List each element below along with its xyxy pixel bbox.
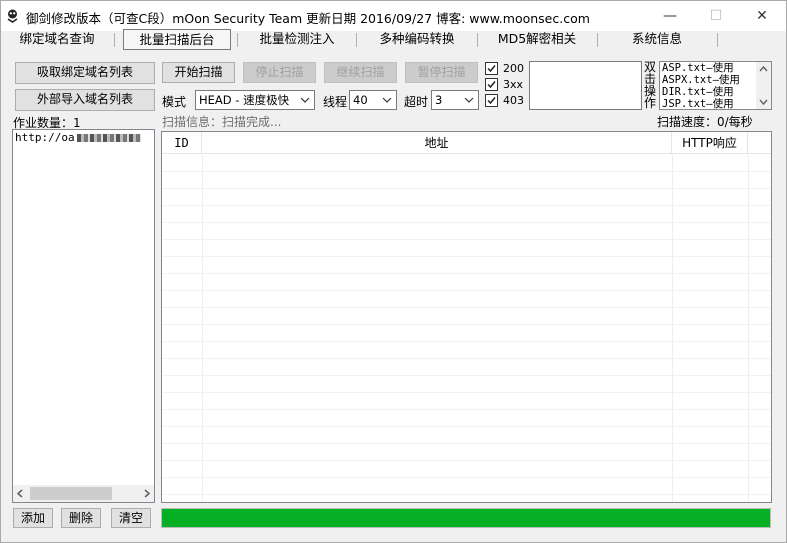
tab-bar: 绑定域名查询 批量扫描后台 批量检测注入 多种编码转换 MD5解密相关 系统信息 (1, 29, 786, 50)
minimize-icon: — (663, 8, 677, 24)
fetch-domain-list-button[interactable]: 吸取绑定域名列表 (15, 62, 155, 84)
maximize-icon: ☐ (709, 8, 723, 24)
scan-speed-status: 扫描速度：0/每秒 (657, 115, 753, 129)
minimize-button[interactable]: — (647, 1, 693, 31)
status-403-label: 403 (503, 94, 524, 107)
tab-batch-injection[interactable]: 批量检测注入 (241, 29, 353, 50)
tab-divider (597, 33, 598, 47)
results-table-header: ID 地址 HTTP响应 (162, 132, 771, 154)
tab-divider (114, 33, 115, 47)
checkbox-200[interactable] (485, 62, 498, 75)
mode-select-value: HEAD - 速度极快 (199, 93, 290, 107)
horizontal-scrollbar[interactable] (13, 485, 154, 502)
chevron-down-icon (464, 97, 474, 103)
timeout-select[interactable]: 3 (431, 90, 479, 110)
resume-scan-button[interactable]: 继续扫描 (324, 62, 397, 83)
clear-button[interactable]: 清空 (111, 508, 151, 528)
column-divider (202, 155, 203, 502)
threads-select[interactable]: 40 (349, 90, 397, 110)
column-divider (672, 155, 673, 502)
maximize-button[interactable]: ☐ (693, 1, 739, 31)
column-divider (748, 155, 749, 502)
scan-progress-fill (162, 509, 770, 527)
scroll-right-icon[interactable] (143, 489, 151, 498)
results-table-body[interactable] (162, 155, 771, 502)
column-header-http-response[interactable]: HTTP响应 (672, 132, 748, 154)
tab-divider (356, 33, 357, 47)
scan-info-status: 扫描信息：扫描完成... (162, 115, 282, 129)
checkbox-3xx[interactable] (485, 78, 498, 91)
scan-progress-bar (161, 508, 771, 528)
chevron-down-icon (300, 97, 310, 103)
list-item[interactable]: JSP.txt—使用 (662, 98, 740, 110)
import-domain-list-button[interactable]: 外部导入域名列表 (15, 89, 155, 111)
title-bar: 御剑修改版本（可查C段）mOon Security Team 更新日期 2016… (1, 1, 786, 31)
add-button[interactable]: 添加 (13, 508, 53, 528)
list-item[interactable]: ASPX.txt—使用 (662, 74, 740, 86)
close-button[interactable]: ✕ (739, 1, 785, 31)
tab-batch-scan-admin[interactable]: 批量扫描后台 (123, 29, 231, 50)
tab-divider (237, 33, 238, 47)
dictionary-listbox[interactable]: ASP.txt—使用 ASPX.txt—使用 DIR.txt—使用 JSP.tx… (659, 61, 772, 110)
status-200-label: 200 (503, 62, 524, 75)
vertical-scrollbar[interactable] (756, 62, 771, 109)
tab-encoding-convert[interactable]: 多种编码转换 (361, 29, 473, 50)
close-icon: ✕ (756, 8, 768, 24)
delete-button[interactable]: 删除 (61, 508, 101, 528)
custom-text-box[interactable] (529, 61, 642, 110)
scroll-left-icon[interactable] (16, 489, 24, 498)
column-header-address[interactable]: 地址 (202, 132, 672, 154)
column-header-id[interactable]: ID (162, 132, 202, 154)
timeout-select-value: 3 (435, 93, 443, 107)
mode-select[interactable]: HEAD - 速度极快 (195, 90, 315, 110)
chevron-down-icon (382, 97, 392, 103)
checkbox-403[interactable] (485, 94, 498, 107)
tab-md5-decrypt[interactable]: MD5解密相关 (481, 29, 593, 50)
threads-select-value: 40 (353, 93, 368, 107)
scroll-up-icon[interactable] (759, 65, 768, 72)
scrollbar-thumb[interactable] (30, 487, 112, 500)
domain-listbox[interactable]: http://oa... (12, 129, 155, 503)
list-item[interactable]: ASP.txt—使用 (662, 62, 740, 74)
threads-label: 线程 (323, 95, 348, 109)
timeout-label: 超时 (404, 95, 429, 109)
double-click-hint: 双击操作 (644, 60, 657, 110)
window-title: 御剑修改版本（可查C段）mOon Security Team 更新日期 2016… (26, 11, 590, 26)
list-item[interactable]: DIR.txt—使用 (662, 86, 740, 98)
app-logo-icon (7, 9, 18, 23)
checkmark-icon (487, 65, 496, 73)
checkmark-icon (487, 81, 496, 89)
mode-label: 模式 (162, 95, 187, 109)
tab-divider (477, 33, 478, 47)
results-table[interactable]: ID 地址 HTTP响应 (161, 131, 772, 503)
tab-domain-lookup[interactable]: 绑定域名查询 (5, 29, 109, 50)
pause-scan-button[interactable]: 暂停扫描 (405, 62, 478, 83)
list-item[interactable]: http://oa... (15, 131, 152, 145)
stop-scan-button[interactable]: 停止扫描 (243, 62, 316, 83)
scroll-down-icon[interactable] (759, 99, 768, 106)
checkmark-icon (487, 97, 496, 105)
start-scan-button[interactable]: 开始扫描 (162, 62, 235, 83)
tab-divider (717, 33, 718, 47)
redacted-text (77, 134, 141, 142)
tab-system-info[interactable]: 系统信息 (601, 29, 713, 50)
main-window: 御剑修改版本（可查C段）mOon Security Team 更新日期 2016… (0, 0, 787, 543)
status-3xx-label: 3xx (503, 78, 524, 91)
